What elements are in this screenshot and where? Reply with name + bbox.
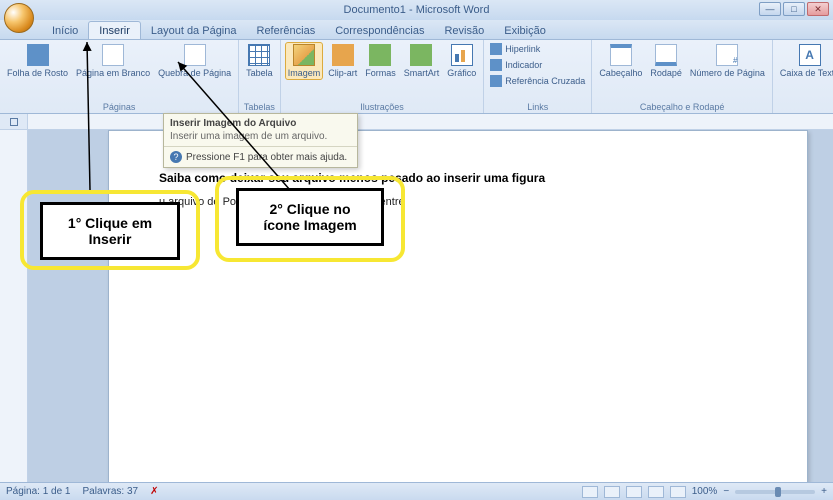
group-label-tabelas: Tabelas xyxy=(243,101,276,112)
btn-ref-cruzada[interactable]: Referência Cruzada xyxy=(488,74,587,88)
tab-revisao[interactable]: Revisão xyxy=(434,22,494,39)
btn-numero-pagina[interactable]: #Número de Página xyxy=(687,42,768,80)
tab-layout[interactable]: Layout da Página xyxy=(141,22,247,39)
view-web[interactable] xyxy=(626,486,642,498)
group-texto: ACaixa de Texto Partes Rápidas AWordArt … xyxy=(773,40,833,113)
zoom-slider[interactable] xyxy=(735,490,815,494)
minimize-button[interactable]: — xyxy=(759,2,781,16)
view-outline[interactable] xyxy=(648,486,664,498)
bookmark-icon xyxy=(490,59,502,71)
office-button[interactable] xyxy=(4,3,34,33)
btn-quebra-pagina[interactable]: Quebra de Página xyxy=(155,42,234,80)
zoom-out[interactable]: − xyxy=(723,486,729,497)
status-proofing-icon[interactable]: ✗ xyxy=(150,486,158,497)
canvas[interactable]: Saiba como deixar seu arquivo menos pesa… xyxy=(28,130,833,482)
group-links: Hiperlink Indicador Referência Cruzada L… xyxy=(484,40,592,113)
window-title: Documento1 - Microsoft Word xyxy=(344,4,490,16)
btn-smartart[interactable]: SmartArt xyxy=(401,42,443,80)
status-bar: Página: 1 de 1 Palavras: 37 ✗ 100% − + xyxy=(0,482,833,500)
zoom-value[interactable]: 100% xyxy=(692,486,718,497)
tab-correspondencias[interactable]: Correspondências xyxy=(325,22,434,39)
btn-rodape[interactable]: Rodapé xyxy=(647,42,685,80)
btn-indicador[interactable]: Indicador xyxy=(488,58,587,72)
maximize-button[interactable]: □ xyxy=(783,2,805,16)
tab-exibicao[interactable]: Exibição xyxy=(494,22,556,39)
btn-caixa-texto[interactable]: ACaixa de Texto xyxy=(777,42,833,80)
work-area: Saiba como deixar seu arquivo menos pesa… xyxy=(0,130,833,482)
btn-pagina-branco[interactable]: Página em Branco xyxy=(73,42,153,80)
btn-hiperlink[interactable]: Hiperlink xyxy=(488,42,587,56)
title-bar: Documento1 - Microsoft Word — □ ✕ xyxy=(0,0,833,20)
help-icon: ? xyxy=(170,151,182,163)
hyperlink-icon xyxy=(490,43,502,55)
btn-imagem[interactable]: Imagem xyxy=(285,42,324,80)
group-label-cab-rodape: Cabeçalho e Rodapé xyxy=(596,101,768,112)
group-label-links: Links xyxy=(488,101,587,112)
tab-referencias[interactable]: Referências xyxy=(247,22,326,39)
btn-formas[interactable]: Formas xyxy=(362,42,399,80)
status-palavras[interactable]: Palavras: 37 xyxy=(83,486,139,497)
close-button[interactable]: ✕ xyxy=(807,2,829,16)
document-page[interactable]: Saiba como deixar seu arquivo menos pesa… xyxy=(108,130,808,482)
crossref-icon xyxy=(490,75,502,87)
btn-cabecalho[interactable]: Cabeçalho xyxy=(596,42,645,80)
group-label-paginas: Páginas xyxy=(4,101,234,112)
tooltip-help: ? Pressione F1 para obter mais ajuda. xyxy=(164,146,357,167)
zoom-in[interactable]: + xyxy=(821,486,827,497)
ruler-toggle[interactable] xyxy=(0,114,28,129)
btn-folha-rosto[interactable]: Folha de Rosto xyxy=(4,42,71,80)
tooltip-title: Inserir Imagem do Arquivo xyxy=(164,114,357,131)
group-tabelas: Tabela Tabelas xyxy=(239,40,281,113)
btn-grafico[interactable]: Gráfico xyxy=(444,42,479,80)
ribbon: Folha de Rosto Página em Branco Quebra d… xyxy=(0,40,833,114)
tooltip-imagem: Inserir Imagem do Arquivo Inserir uma im… xyxy=(163,113,358,168)
tab-inserir[interactable]: Inserir xyxy=(88,21,141,39)
ruler-horizontal xyxy=(0,114,833,130)
ribbon-tabs: Início Inserir Layout da Página Referênc… xyxy=(0,20,833,40)
status-pagina[interactable]: Página: 1 de 1 xyxy=(6,486,71,497)
callout-1: 1° Clique em Inserir xyxy=(40,202,180,260)
callout-2: 2° Clique no ícone Imagem xyxy=(236,188,384,246)
group-cab-rodape: Cabeçalho Rodapé #Número de Página Cabeç… xyxy=(592,40,773,113)
view-full-reading[interactable] xyxy=(604,486,620,498)
group-label-texto: Texto xyxy=(777,101,833,112)
image-icon xyxy=(293,44,315,66)
ruler-vertical[interactable] xyxy=(0,130,28,482)
group-paginas: Folha de Rosto Página em Branco Quebra d… xyxy=(0,40,239,113)
view-draft[interactable] xyxy=(670,486,686,498)
tab-inicio[interactable]: Início xyxy=(42,22,88,39)
group-label-ilustracoes: Ilustrações xyxy=(285,101,480,112)
btn-clipart[interactable]: Clip-art xyxy=(325,42,360,80)
btn-tabela[interactable]: Tabela xyxy=(243,42,276,80)
group-ilustracoes: Imagem Clip-art Formas SmartArt Gráfico … xyxy=(281,40,485,113)
tooltip-desc: Inserir uma imagem de um arquivo. xyxy=(164,131,357,146)
view-print-layout[interactable] xyxy=(582,486,598,498)
